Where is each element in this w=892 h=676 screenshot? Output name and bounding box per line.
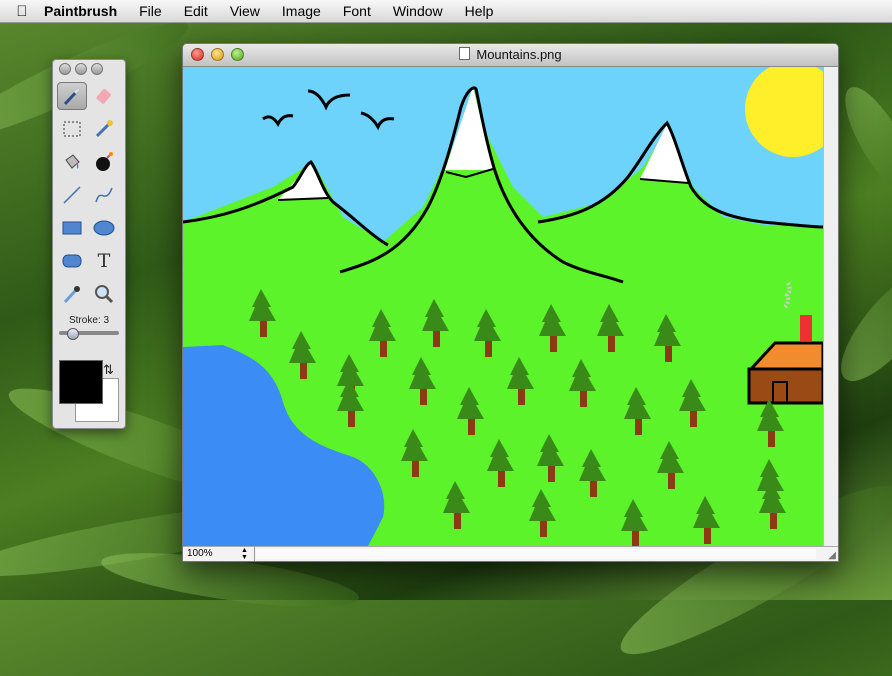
bomb-icon	[96, 152, 113, 171]
tree-trunk	[412, 459, 419, 477]
tree-trunk	[668, 471, 675, 489]
tree-trunk	[348, 409, 355, 427]
eyedropper-icon	[63, 286, 80, 304]
rounded-rect-tool[interactable]	[57, 247, 87, 275]
eraser-tool[interactable]	[89, 82, 119, 110]
drawing-canvas[interactable]	[183, 67, 823, 546]
tree-trunk	[468, 417, 475, 435]
menu-help[interactable]: Help	[465, 3, 494, 19]
tree-trunk	[540, 519, 547, 537]
tree-trunk	[380, 339, 387, 357]
palette-minimize-button[interactable]	[75, 63, 87, 75]
resize-grip-icon[interactable]: ◢	[828, 550, 836, 561]
wand-icon	[95, 120, 113, 138]
stroke-label: Stroke: 3	[68, 315, 110, 326]
curve-tool[interactable]	[89, 181, 119, 209]
foreground-color-swatch[interactable]	[59, 360, 103, 404]
eraser-icon	[96, 89, 111, 104]
zoom-tool[interactable]	[89, 280, 119, 308]
apple-logo-icon[interactable]: 	[0, 3, 44, 20]
paintbrush-icon	[63, 87, 81, 106]
zoom-value: 100%	[187, 548, 213, 559]
zoom-select[interactable]: 100% ▲ ▼	[183, 547, 255, 561]
menu-file[interactable]: File	[139, 3, 162, 19]
tree-trunk	[580, 389, 587, 407]
tree-trunk	[704, 526, 711, 544]
palette-close-button[interactable]	[59, 63, 71, 75]
vertical-scrollbar[interactable]	[823, 67, 838, 546]
swap-colors-icon[interactable]: ⇅	[103, 362, 114, 378]
status-bar: 100% ▲ ▼ ◢	[183, 546, 838, 561]
eyedropper-tool[interactable]	[57, 280, 87, 308]
line-icon	[63, 186, 81, 204]
title-bar[interactable]: Mountains.png	[183, 44, 838, 67]
tree-trunk	[770, 511, 777, 529]
menu-bar:  Paintbrush File Edit View Image Font W…	[0, 0, 892, 23]
tree-trunk	[548, 464, 555, 482]
text-tool[interactable]: T	[89, 247, 119, 275]
rectangle-tool[interactable]	[57, 214, 87, 242]
line-tool[interactable]	[57, 181, 87, 209]
chimney	[800, 315, 812, 341]
tree-trunk	[768, 429, 775, 447]
magnifier-icon	[95, 285, 114, 304]
menu-font[interactable]: Font	[343, 3, 371, 19]
window-title: Mountains.png	[183, 47, 838, 62]
tree-trunk	[690, 409, 697, 427]
tree-trunk	[485, 339, 492, 357]
horizontal-scrollbar[interactable]	[256, 549, 816, 559]
menu-edit[interactable]: Edit	[184, 3, 208, 19]
tool-palette: T Stroke: 3 ⇅	[52, 59, 126, 429]
selection-tool[interactable]	[57, 115, 87, 143]
tree-trunk	[632, 529, 639, 546]
text-T-icon: T	[97, 250, 111, 272]
ellipse-icon	[93, 220, 115, 236]
stroke-slider-knob[interactable]	[67, 328, 79, 340]
tree-trunk	[608, 334, 615, 352]
magic-wand-tool[interactable]	[89, 115, 119, 143]
ellipse-tool[interactable]	[89, 214, 119, 242]
zoom-stepper-icon[interactable]: ▲ ▼	[241, 547, 248, 561]
tree-trunk	[665, 344, 672, 362]
tree-trunk	[433, 329, 440, 347]
document-icon	[459, 47, 471, 60]
rectangle-icon	[62, 221, 82, 235]
tree-trunk	[420, 387, 427, 405]
tree-trunk	[518, 387, 525, 405]
rounded-rect-icon	[62, 254, 82, 268]
tree-trunk	[635, 417, 642, 435]
window-title-text: Mountains.png	[476, 47, 562, 62]
menu-image[interactable]: Image	[282, 3, 321, 19]
menu-app-name[interactable]: Paintbrush	[44, 3, 117, 19]
dashed-rect-icon	[63, 121, 81, 137]
curve-icon	[95, 187, 113, 203]
tree-trunk	[550, 334, 557, 352]
mountains-drawing	[183, 67, 823, 546]
tree-trunk	[498, 469, 505, 487]
fill-tool[interactable]	[57, 148, 87, 176]
paint-bucket-icon	[65, 154, 80, 169]
tree-trunk	[590, 479, 597, 497]
document-window: Mountains.png 100% ▲ ▼ ◢	[182, 43, 839, 562]
palette-window-controls	[59, 63, 103, 75]
brush-tool[interactable]	[57, 82, 87, 110]
tree-trunk	[454, 511, 461, 529]
palette-zoom-button[interactable]	[91, 63, 103, 75]
menu-window[interactable]: Window	[393, 3, 443, 19]
tree-trunk	[300, 361, 307, 379]
tree-trunk	[260, 319, 267, 337]
menu-view[interactable]: View	[230, 3, 260, 19]
bomb-tool[interactable]	[89, 148, 119, 176]
